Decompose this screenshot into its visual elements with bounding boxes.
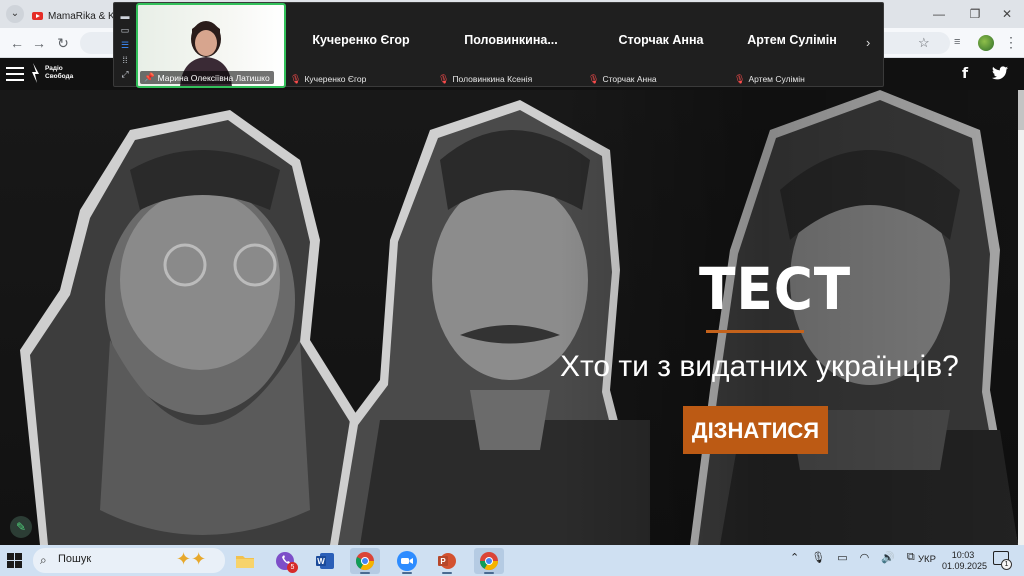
zoom-speaker-view-icon[interactable]: ▭	[121, 25, 130, 36]
hero-banner	[0, 90, 1018, 545]
participant-label: Кучеренко Єгор	[304, 74, 367, 84]
zoom-expand-icon[interactable]: ⤢	[121, 69, 128, 80]
tray-overflow-icon[interactable]: ⌃	[790, 551, 799, 564]
participant-display-name: Артем Сулімін	[747, 33, 837, 47]
close-window-button[interactable]: ✕	[990, 0, 1024, 28]
zoom-app[interactable]	[392, 548, 422, 574]
powerpoint-icon: P	[438, 553, 456, 569]
back-button[interactable]: ←	[8, 34, 26, 52]
system-tray: ⌃ 🎙 ▭ ◠ 🔊 ⧉	[790, 551, 915, 564]
participant-tile[interactable]: Половинкина... 🎙 Половинкина Ксенія	[436, 3, 586, 88]
page-scrollbar[interactable]	[1018, 90, 1024, 545]
chrome-icon	[356, 552, 374, 571]
forward-button[interactable]: →	[30, 34, 48, 52]
chrome-icon	[480, 552, 498, 571]
mic-muted-icon: 🎙	[438, 73, 450, 84]
profile-avatar[interactable]	[978, 35, 994, 51]
network-icon[interactable]: ⧉	[907, 551, 915, 564]
participant-label: Половинкина Ксенія	[452, 74, 533, 84]
file-explorer-app[interactable]	[230, 548, 260, 574]
folder-icon	[236, 556, 254, 568]
search-icon: ⌕	[40, 553, 47, 567]
tab-search-button[interactable]: ⌄	[6, 5, 24, 23]
windows-start-icon[interactable]	[7, 553, 22, 568]
notification-count: 1	[1001, 559, 1012, 570]
maximize-button[interactable]: ❐	[958, 0, 992, 28]
page-scrollbar-thumb[interactable]	[1018, 90, 1024, 130]
taskbar-clock[interactable]: 10:03 01.09.2025	[942, 550, 988, 572]
chrome-app[interactable]	[350, 548, 380, 574]
participant-tile[interactable]: Кучеренко Єгор 🎙 Кучеренко Єгор	[286, 3, 436, 88]
reload-button[interactable]: ↻	[54, 34, 72, 52]
hero-subtitle: Хто ти з видатних українців?	[560, 350, 959, 383]
svg-text:P: P	[440, 557, 446, 566]
zoom-participant-strip: ▬ ▭ ☰ ⁞⁞ ⤢ 📌 Марина Олексіївна Латишко К…	[113, 2, 884, 88]
reading-list-icon[interactable]: ≡	[954, 36, 960, 48]
browser-menu-icon[interactable]: ⋮	[1004, 34, 1018, 51]
logo-line-2: Свобода	[45, 73, 74, 80]
self-name-label: 📌 Марина Олексіївна Латишко	[140, 71, 274, 84]
word-icon: W	[316, 553, 334, 569]
windows-taskbar: ⌕ Пошук ✦✦ 5 W P ⌃ 🎙 ▭ ◠ 🔊 ⧉ УКР 10:03 0…	[0, 545, 1024, 576]
self-video-tile[interactable]: 📌 Марина Олексіївна Латишко	[136, 3, 286, 88]
logo-mark-icon	[32, 63, 39, 83]
site-logo[interactable]: Радіо Свобода	[31, 63, 73, 83]
participant-display-name: Половинкина...	[464, 33, 558, 47]
zoom-gallery-view-icon[interactable]: ⁞⁞	[122, 55, 127, 65]
zoom-minimize-icon[interactable]: ▬	[121, 11, 130, 21]
volume-icon[interactable]: 🔊	[881, 551, 895, 564]
twitter-icon[interactable]	[992, 66, 1008, 80]
facebook-icon[interactable]: f	[962, 66, 968, 82]
pin-icon: 📌	[144, 72, 155, 82]
hero-title: ТЕСТ	[699, 255, 852, 323]
zoom-view-controls: ▬ ▭ ☰ ⁞⁞ ⤢	[114, 3, 136, 88]
viber-badge: 5	[287, 562, 298, 573]
battery-icon[interactable]: ▭	[837, 551, 847, 564]
zoom-next-page-icon[interactable]: ›	[866, 35, 870, 50]
participant-label: Сторчак Анна	[602, 74, 657, 84]
microphone-icon[interactable]: 🎙	[811, 551, 825, 564]
minimize-button[interactable]: —	[922, 0, 956, 28]
zoom-icon	[397, 551, 417, 571]
hamburger-menu-icon[interactable]	[6, 67, 24, 81]
participant-display-name: Сторчак Анна	[618, 33, 704, 47]
viber-app[interactable]: 5	[270, 548, 300, 574]
participant-display-name: Кучеренко Єгор	[312, 33, 410, 47]
language-indicator[interactable]: УКР	[918, 554, 936, 565]
participant-tile[interactable]: Артем Сулімін 🎙 Артем Сулімін	[722, 3, 862, 88]
tab-title: MamaRika & KOLA	[48, 10, 121, 22]
clock-date: 01.09.2025	[942, 561, 988, 571]
title-underline	[706, 330, 804, 333]
chrome-app-2[interactable]	[474, 548, 504, 574]
youtube-icon	[32, 12, 43, 20]
browser-tab[interactable]: MamaRika & KOLA	[26, 4, 121, 28]
taskbar-search-placeholder: Пошук	[58, 553, 92, 565]
logo-line-1: Радіо	[45, 65, 63, 72]
copilot-sparkle-icon[interactable]: ✦✦	[176, 549, 206, 570]
wifi-icon[interactable]: ◠	[860, 551, 870, 564]
participant-label: Артем Сулімін	[748, 74, 805, 84]
edit-pencil-icon[interactable]: ✎	[10, 516, 32, 538]
participant-tile[interactable]: Сторчак Анна 🎙 Сторчак Анна	[586, 3, 736, 88]
bookmark-star-icon[interactable]: ☆	[918, 35, 930, 51]
word-app[interactable]: W	[310, 548, 340, 574]
svg-text:W: W	[317, 557, 325, 566]
mic-muted-icon: 🎙	[290, 73, 302, 84]
start-quiz-button[interactable]: ДІЗНАТИСЯ	[683, 406, 828, 454]
clock-time: 10:03	[951, 550, 975, 560]
powerpoint-app[interactable]: P	[432, 548, 462, 574]
zoom-strip-view-icon[interactable]: ☰	[121, 40, 129, 51]
mic-muted-icon: 🎙	[734, 73, 746, 84]
mic-muted-icon: 🎙	[588, 73, 600, 84]
